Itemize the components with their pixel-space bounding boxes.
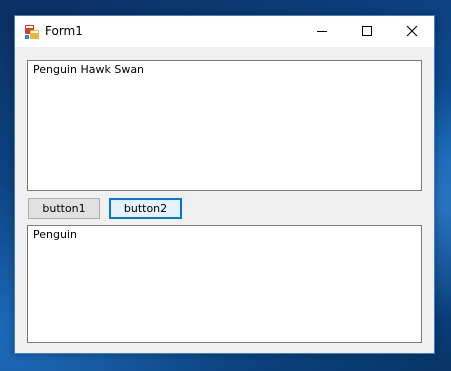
app-icon	[25, 25, 39, 39]
close-icon	[406, 25, 417, 37]
maximize-icon	[361, 26, 372, 36]
close-button[interactable]	[389, 16, 434, 46]
textbox1[interactable]: Penguin Hawk Swan	[27, 60, 422, 191]
textbox2[interactable]: Penguin	[27, 225, 422, 343]
title-bar[interactable]: Form1	[15, 16, 434, 47]
form-window: Form1 Penguin Hawk Swan button1 button2 …	[14, 15, 435, 354]
button2[interactable]: button2	[109, 198, 182, 219]
minimize-icon	[316, 31, 327, 32]
minimize-button[interactable]	[299, 16, 344, 46]
window-title: Form1	[45, 24, 83, 38]
button1[interactable]: button1	[28, 198, 100, 219]
maximize-button[interactable]	[344, 16, 389, 46]
